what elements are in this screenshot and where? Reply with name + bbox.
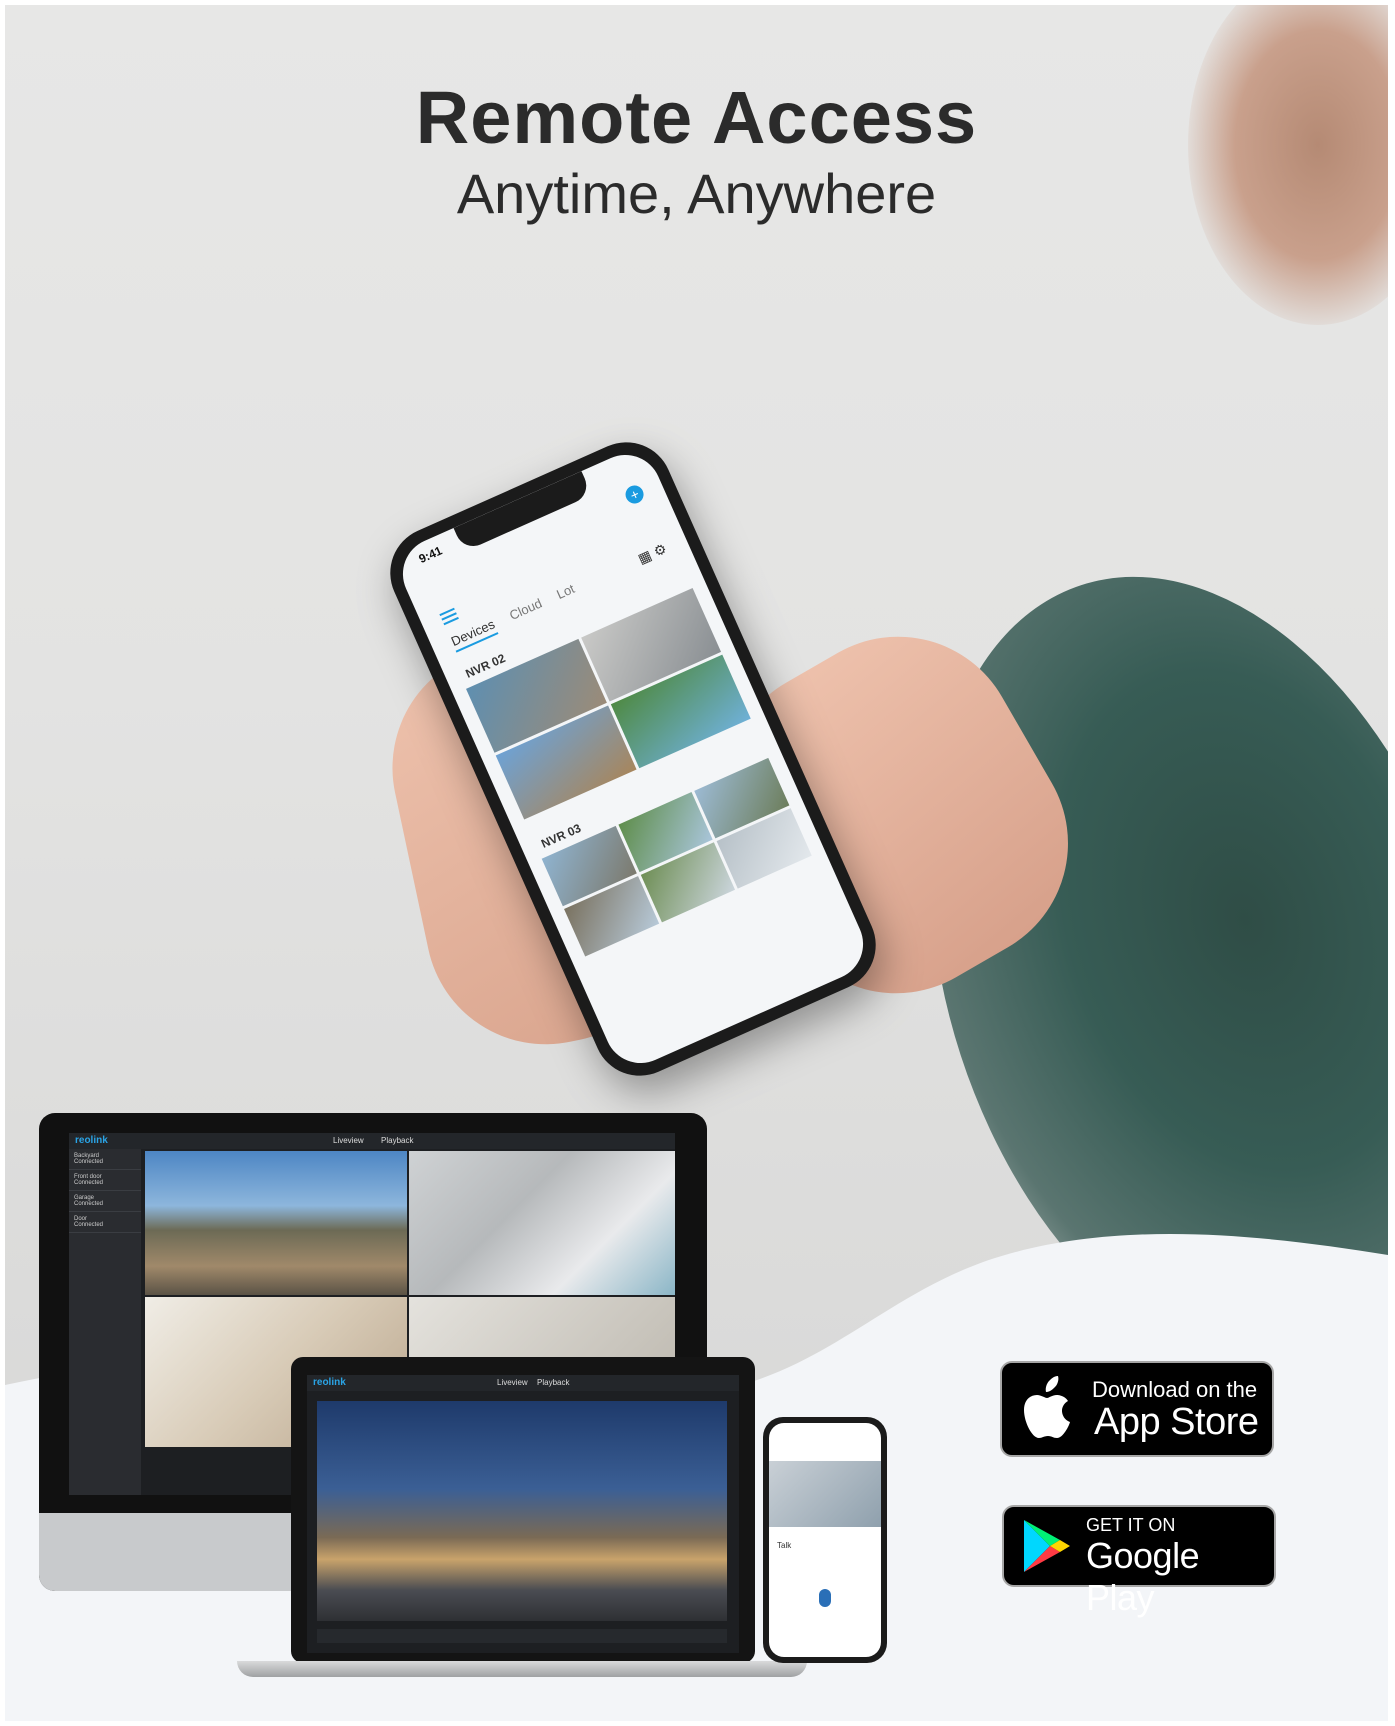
tab-playback[interactable]: Playback (537, 1378, 569, 1387)
sidebar-item-camera[interactable]: Garage Connected (69, 1191, 141, 1212)
grid-view-icon[interactable]: ▦ (635, 547, 654, 567)
google-play-badge[interactable]: GET IT ON Google Play (1002, 1505, 1276, 1618)
app-store-small-text: Download on the (1092, 1377, 1258, 1402)
small-phone: Talk (763, 1417, 887, 1663)
apple-icon (1024, 1376, 1070, 1438)
playback-timeline[interactable] (317, 1629, 727, 1643)
laptop-app-bar: reolink Liveview Playback (307, 1375, 739, 1391)
tab-lot[interactable]: Lot (554, 581, 577, 602)
camera-view-backyard[interactable] (145, 1151, 407, 1295)
headline: Remote Access Anytime, Anywhere (5, 77, 1388, 229)
app-store-badge[interactable]: Download on the App Store (1000, 1361, 1274, 1457)
product-image: Remote Access Anytime, Anywhere 9:41 + D… (5, 5, 1388, 1721)
phone-notch (453, 471, 593, 552)
add-device-icon[interactable]: + (622, 482, 647, 507)
sidebar-item-camera[interactable]: Front door Connected (69, 1170, 141, 1191)
desktop-app-bar: reolink Liveview Playback (69, 1133, 675, 1149)
google-play-big-text: Google Play (1086, 1535, 1200, 1618)
tab-playback[interactable]: Playback (381, 1136, 413, 1145)
camera-sidebar: Backyard Connected Front door Connected Ga… (69, 1149, 141, 1495)
app-store-big-text: App Store (1094, 1401, 1259, 1443)
tab-liveview[interactable]: Liveview (333, 1136, 364, 1145)
tab-liveview[interactable]: Liveview (497, 1378, 528, 1387)
google-play-icon (1024, 1520, 1070, 1572)
camera-view-patio[interactable] (409, 1151, 675, 1295)
talk-label: Talk (777, 1541, 792, 1550)
headline-subtitle: Anytime, Anywhere (456, 162, 937, 225)
microphone-icon[interactable] (819, 1589, 831, 1607)
sidebar-item-camera[interactable]: Backyard Connected (69, 1149, 141, 1170)
status-time: 9:41 (416, 543, 445, 567)
laptop-base (237, 1661, 807, 1677)
reolink-logo: reolink (313, 1377, 346, 1388)
sidebar-item-camera[interactable]: Door Connected (69, 1212, 141, 1233)
small-phone-screen: Talk (769, 1423, 881, 1657)
phone-tabs: Devices Cloud Lot (448, 575, 590, 653)
tab-cloud[interactable]: Cloud (507, 595, 544, 623)
small-phone-camera-view[interactable] (769, 1461, 881, 1527)
headline-title: Remote Access (415, 76, 978, 159)
camera-view-house-night[interactable] (317, 1401, 727, 1621)
gear-icon[interactable]: ⚙ (651, 540, 669, 560)
reolink-logo: reolink (75, 1135, 108, 1146)
laptop: reolink Liveview Playback (291, 1357, 755, 1663)
laptop-app-screen: reolink Liveview Playback (307, 1375, 739, 1653)
google-play-small-text: GET IT ON (1086, 1515, 1176, 1535)
menu-icon[interactable] (438, 605, 460, 628)
view-controls: ▦ ⚙ (635, 540, 669, 568)
